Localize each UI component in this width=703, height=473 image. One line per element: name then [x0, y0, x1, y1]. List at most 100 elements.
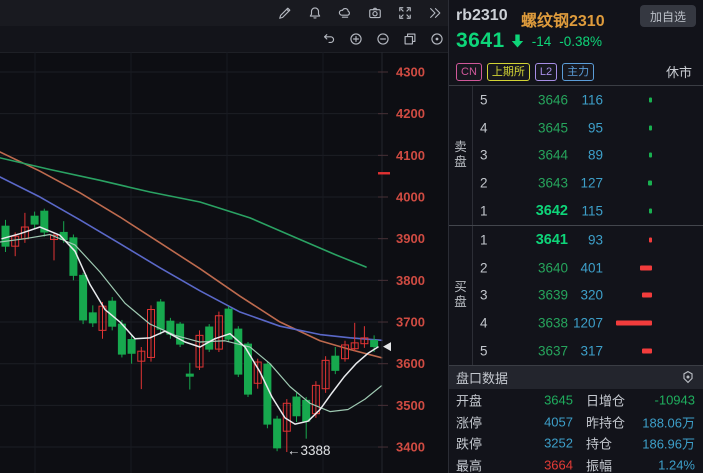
order-book-row[interactable]: 33639320: [473, 282, 703, 310]
market-data-row: 跌停3252持仓186.96万: [449, 433, 703, 455]
last-price: 3641: [456, 29, 505, 53]
book-volume: 127: [568, 176, 603, 191]
book-volume: 115: [568, 204, 603, 219]
book-level: 2: [480, 260, 488, 275]
book-price: 3643: [491, 176, 568, 191]
order-book-row[interactable]: 23643127: [473, 169, 703, 197]
book-price: 3645: [491, 120, 568, 135]
book-volume: 320: [568, 288, 603, 303]
book-level: 3: [480, 288, 488, 303]
book-price: 3640: [491, 260, 568, 275]
svg-text:3800: 3800: [396, 273, 425, 288]
market-data-cell: 涨停: [456, 412, 482, 431]
market-data-cell: 1.24%: [658, 458, 695, 473]
target-icon[interactable]: [429, 32, 444, 47]
book-volume: 93: [568, 232, 603, 247]
order-book-row[interactable]: 4364595: [473, 114, 703, 142]
order-book-row[interactable]: 23640401: [473, 254, 703, 282]
book-volume: 317: [568, 344, 603, 359]
book-volume: 89: [568, 148, 603, 163]
price-change: -14: [532, 34, 552, 49]
book-volume: 116: [568, 92, 603, 107]
price-down-arrow-icon: [511, 34, 524, 48]
svg-text:3700: 3700: [396, 315, 425, 330]
undo-icon[interactable]: [321, 32, 336, 47]
draw-icon[interactable]: [277, 6, 292, 21]
market-data-cell: 振幅: [586, 456, 612, 473]
book-level: 1: [480, 232, 488, 247]
book-price: 3639: [491, 288, 568, 303]
market-data-cell: 4057: [489, 414, 573, 429]
book-level: 3: [480, 148, 488, 163]
depth-bar: [616, 321, 652, 326]
market-data-cell: 3252: [489, 436, 573, 451]
book-price: 3646: [491, 92, 568, 107]
depth-bar: [649, 97, 652, 102]
market-data-cell: 3645: [489, 392, 573, 407]
depth-bar: [648, 181, 652, 186]
market-data-cell: 3664: [489, 458, 573, 473]
contract-code: rb2310: [456, 7, 508, 25]
market-data-cell: 昨持仓: [586, 412, 625, 431]
market-data-cell: 188.06万: [642, 412, 695, 431]
svg-text:←3388: ←3388: [287, 443, 331, 458]
trading-app-window: 4300 4200 4100 4000 3900 3800 3700 3600 3500 3400…: [0, 0, 703, 473]
order-book-row[interactable]: 53637317: [473, 337, 703, 365]
fullscreen-icon[interactable]: [397, 6, 412, 21]
market-data-cell: 最高: [456, 456, 482, 473]
chevron-double-right-icon[interactable]: [427, 6, 442, 21]
chart-canvas: 4300 4200 4100 4000 3900 3800 3700 3600 3500 3400…: [0, 52, 448, 473]
market-data-cell: 开盘: [456, 390, 482, 409]
zoom-out-icon[interactable]: [375, 32, 390, 47]
order-book-row[interactable]: 436381207: [473, 309, 703, 337]
buy-order-book: 买盘 1364193236404013363932043638120753637…: [449, 225, 703, 365]
depth-bar: [640, 265, 652, 270]
book-price: 3642: [491, 203, 568, 219]
svg-text:4100: 4100: [396, 148, 425, 163]
svg-text:3600: 3600: [396, 356, 425, 371]
market-data-title: 盘口数据: [456, 368, 508, 387]
depth-bar: [649, 125, 652, 130]
svg-text:4200: 4200: [396, 106, 425, 121]
depth-bar: [649, 153, 652, 158]
alert-bell-icon[interactable]: [307, 6, 322, 21]
camera-snapshot-icon[interactable]: [367, 6, 382, 21]
book-level: 5: [480, 344, 488, 359]
market-data-cell: 跌停: [456, 434, 482, 453]
buy-book-label: 买盘: [449, 226, 473, 365]
market-tag: 主力: [562, 63, 594, 81]
depth-bar: [642, 349, 652, 354]
market-data-row: 开盘3645日增仓-10943: [449, 389, 703, 411]
zoom-in-icon[interactable]: [348, 32, 363, 47]
order-book-row[interactable]: 53646116: [473, 86, 703, 114]
svg-text:3500: 3500: [396, 398, 425, 413]
cloud-icon[interactable]: [337, 6, 352, 21]
market-data-settings-icon[interactable]: [681, 370, 695, 384]
restore-layout-icon[interactable]: [402, 32, 417, 47]
svg-text:4300: 4300: [396, 65, 425, 80]
market-data-row: 最高 3664 振幅 1.24%: [449, 454, 703, 473]
svg-text:3900: 3900: [396, 231, 425, 246]
book-level: 1: [480, 204, 488, 219]
book-price: 3644: [491, 148, 568, 163]
order-book-row[interactable]: 3364489: [473, 142, 703, 170]
order-book-row[interactable]: 13642115: [473, 197, 703, 225]
book-price: 3637: [491, 344, 568, 359]
order-book-row[interactable]: 1364193: [473, 226, 703, 254]
market-tag: 上期所: [487, 63, 530, 81]
svg-text:4000: 4000: [396, 190, 425, 205]
quote-panel: rb2310 螺纹钢2310 加自选 3641 -14 -0.38% CN上期所…: [448, 0, 703, 473]
chart-toolbar: [0, 0, 448, 52]
svg-text:3400: 3400: [396, 440, 425, 455]
book-level: 5: [480, 92, 488, 107]
book-price: 3638: [491, 316, 568, 331]
market-data-cell: 186.96万: [642, 434, 695, 453]
market-data-cell: 日增仓: [586, 390, 625, 409]
market-data-header: 盘口数据: [449, 365, 703, 389]
candlestick-chart[interactable]: 4300 4200 4100 4000 3900 3800 3700 3600 3500 3400…: [0, 52, 448, 473]
add-watchlist-button[interactable]: 加自选: [640, 5, 696, 27]
market-status: 休市: [666, 62, 692, 81]
sell-order-book: 卖盘 5364611643645953364489236431271364211…: [449, 85, 703, 225]
book-price: 3641: [491, 232, 568, 248]
book-level: 4: [480, 316, 488, 331]
